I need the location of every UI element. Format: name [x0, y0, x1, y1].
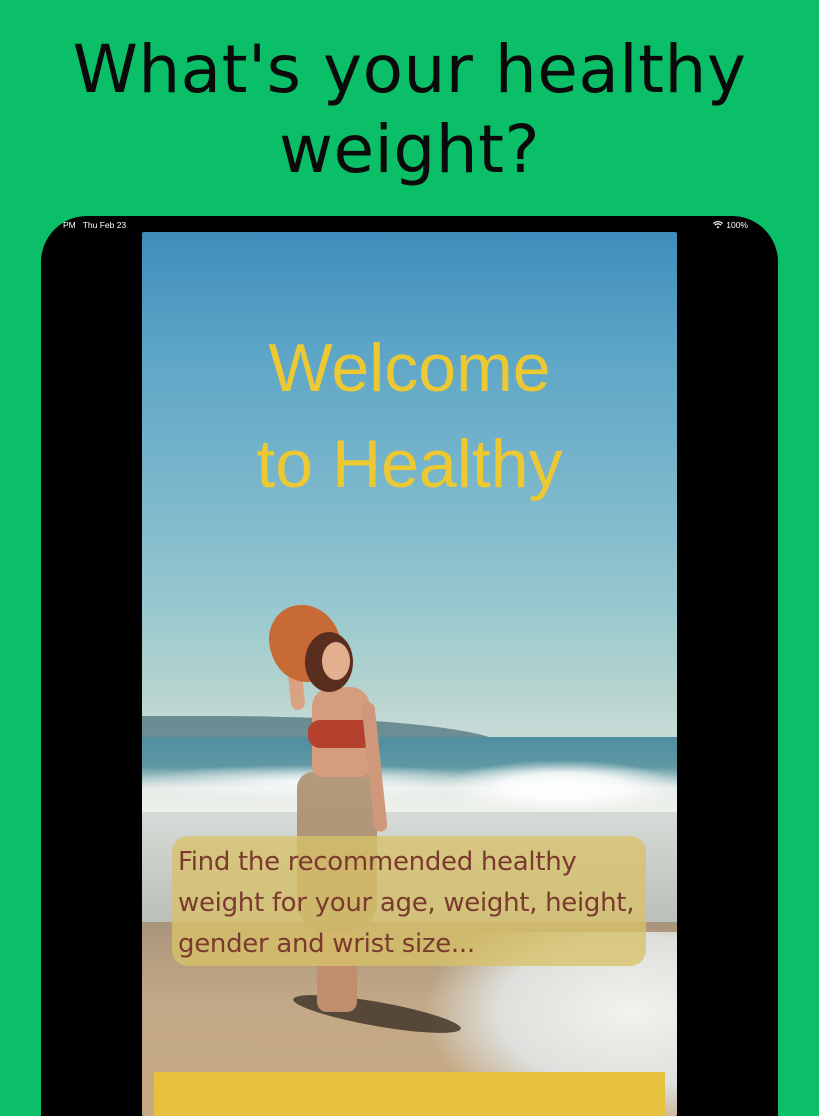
- description-text: Find the recommended healthy weight for …: [178, 847, 635, 959]
- status-date: Thu Feb 23: [82, 220, 127, 230]
- welcome-title: Welcome to Healthy: [142, 320, 677, 512]
- primary-button[interactable]: [154, 1072, 665, 1116]
- headline-line-1: What's your healthy: [72, 31, 747, 108]
- wifi-icon: [713, 221, 724, 229]
- person-face: [322, 642, 350, 680]
- tablet-frame: PM Thu Feb 23 100% Welcome to Healthy Fi…: [41, 216, 778, 1116]
- status-right: 100%: [713, 220, 748, 230]
- page-headline: What's your healthy weight?: [0, 30, 819, 190]
- headline-line-2: weight?: [278, 111, 541, 188]
- description-card: Find the recommended healthy weight for …: [172, 836, 646, 966]
- app-screen: Welcome to Healthy Find the recommended …: [142, 232, 677, 1116]
- welcome-line-1: Welcome: [268, 330, 551, 406]
- status-time: PM: [63, 220, 76, 230]
- battery-percent: 100%: [726, 220, 748, 230]
- welcome-line-2: to Healthy: [256, 426, 563, 502]
- status-time-date: PM Thu Feb 23: [63, 220, 126, 230]
